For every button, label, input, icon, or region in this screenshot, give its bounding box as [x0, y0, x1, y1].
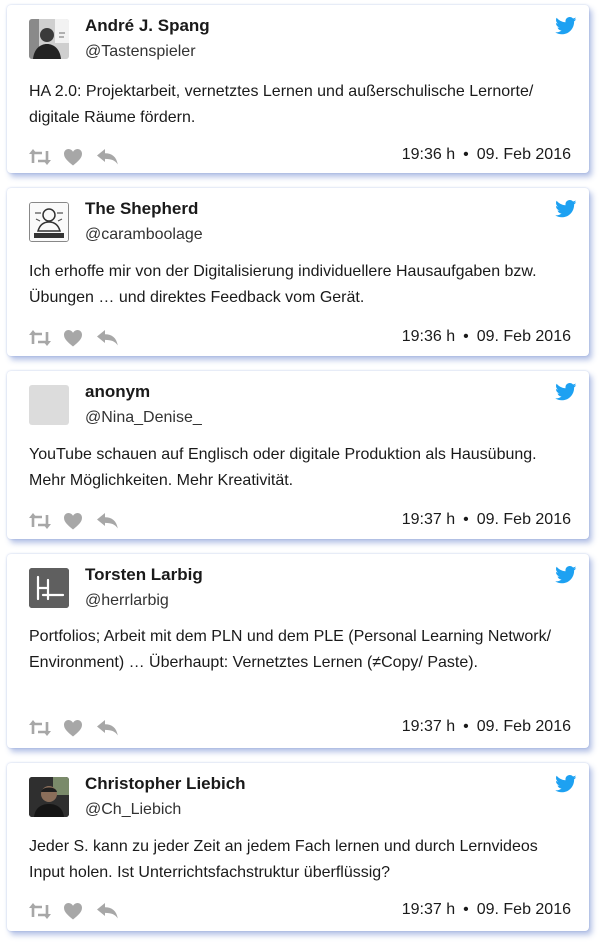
tweet-date: 09. Feb 2016	[476, 146, 571, 163]
retweet-icon[interactable]	[29, 901, 51, 921]
twitter-bird-icon[interactable]	[555, 200, 577, 218]
twitter-bird-icon[interactable]	[555, 17, 577, 35]
tweet-text: Jeder S. kann zu jeder Zeit an jedem Fac…	[29, 838, 538, 881]
tweet-card[interactable]: anonym @Nina_Denise_ YouTube schauen auf…	[7, 371, 589, 539]
retweet-icon[interactable]	[29, 718, 51, 738]
tweet-timestamp[interactable]: 19:36 h • 09. Feb 2016	[402, 328, 571, 346]
heart-icon[interactable]	[63, 901, 83, 921]
tweet-time: 19:37 h	[401, 901, 456, 918]
retweet-icon[interactable]	[29, 147, 51, 167]
author-handle[interactable]: @caramboolage	[85, 226, 203, 244]
tweet-date: 09. Feb 2016	[476, 511, 571, 528]
tweet-card[interactable]: The Shepherd @caramboolage Ich erhoffe m…	[7, 188, 589, 356]
tweet-text: HA 2.0: Projektarbeit, vernetztes Lernen…	[29, 83, 534, 126]
tweet-date: 09. Feb 2016	[476, 328, 571, 345]
tweet-text: Ich erhoffe mir von der Digitalisierung …	[29, 263, 537, 306]
avatar-photo-icon	[29, 19, 69, 59]
tweet-date: 09. Feb 2016	[476, 718, 571, 735]
author-handle[interactable]: @Tastenspieler	[85, 43, 196, 61]
tweet-timestamp[interactable]: 19:37 h • 09. Feb 2016	[402, 901, 571, 919]
heart-icon[interactable]	[63, 718, 83, 738]
avatar-monogram-icon	[29, 568, 69, 608]
reply-icon[interactable]	[97, 511, 119, 531]
twitter-bird-icon[interactable]	[555, 775, 577, 793]
tweet-timestamp[interactable]: 19:37 h • 09. Feb 2016	[402, 511, 571, 529]
tweet-time: 19:36 h	[401, 328, 456, 345]
author-handle[interactable]: @Nina_Denise_	[85, 409, 202, 427]
avatar[interactable]	[29, 777, 69, 817]
author-handle[interactable]: @herrlarbig	[85, 592, 169, 610]
retweet-icon[interactable]	[29, 328, 51, 348]
tweet-time: 19:36 h	[401, 146, 456, 163]
tweet-timestamp[interactable]: 19:37 h • 09. Feb 2016	[402, 718, 571, 736]
reply-icon[interactable]	[97, 718, 119, 738]
heart-icon[interactable]	[63, 511, 83, 531]
author-handle[interactable]: @Ch_Liebich	[85, 801, 181, 819]
reply-icon[interactable]	[97, 328, 119, 348]
author-name[interactable]: André J. Spang	[85, 16, 210, 36]
tweet-time: 19:37 h	[401, 718, 456, 735]
heart-icon[interactable]	[63, 328, 83, 348]
tweet-card[interactable]: André J. Spang @Tastenspieler HA 2.0: Pr…	[7, 5, 589, 173]
avatar[interactable]	[29, 385, 69, 425]
tweet-text: YouTube schauen auf Englisch oder digita…	[29, 446, 537, 489]
avatar[interactable]	[29, 202, 69, 242]
author-name[interactable]: The Shepherd	[85, 199, 198, 219]
reply-icon[interactable]	[97, 901, 119, 921]
author-name[interactable]: Christopher Liebich	[85, 774, 246, 794]
tweet-card[interactable]: Torsten Larbig @herrlarbig Portfolios; A…	[7, 554, 589, 748]
tweet-date: 09. Feb 2016	[476, 901, 571, 918]
avatar[interactable]	[29, 19, 69, 59]
tweet-feed: André J. Spang @Tastenspieler HA 2.0: Pr…	[0, 0, 611, 949]
tweet-card[interactable]: Christopher Liebich @Ch_Liebich Jeder S.…	[7, 763, 589, 931]
retweet-icon[interactable]	[29, 511, 51, 531]
tweet-time: 19:37 h	[401, 511, 456, 528]
tweet-text: Portfolios; Arbeit mit dem PLN und dem P…	[29, 628, 552, 671]
reply-icon[interactable]	[97, 147, 119, 167]
twitter-bird-icon[interactable]	[555, 566, 577, 584]
avatar-sketch-icon	[30, 203, 68, 241]
author-name[interactable]: Torsten Larbig	[85, 565, 203, 585]
tweet-timestamp[interactable]: 19:36 h • 09. Feb 2016	[402, 146, 571, 164]
avatar-photo-icon	[29, 777, 69, 817]
heart-icon[interactable]	[63, 147, 83, 167]
avatar[interactable]	[29, 568, 69, 608]
twitter-bird-icon[interactable]	[555, 383, 577, 401]
author-name[interactable]: anonym	[85, 382, 150, 402]
